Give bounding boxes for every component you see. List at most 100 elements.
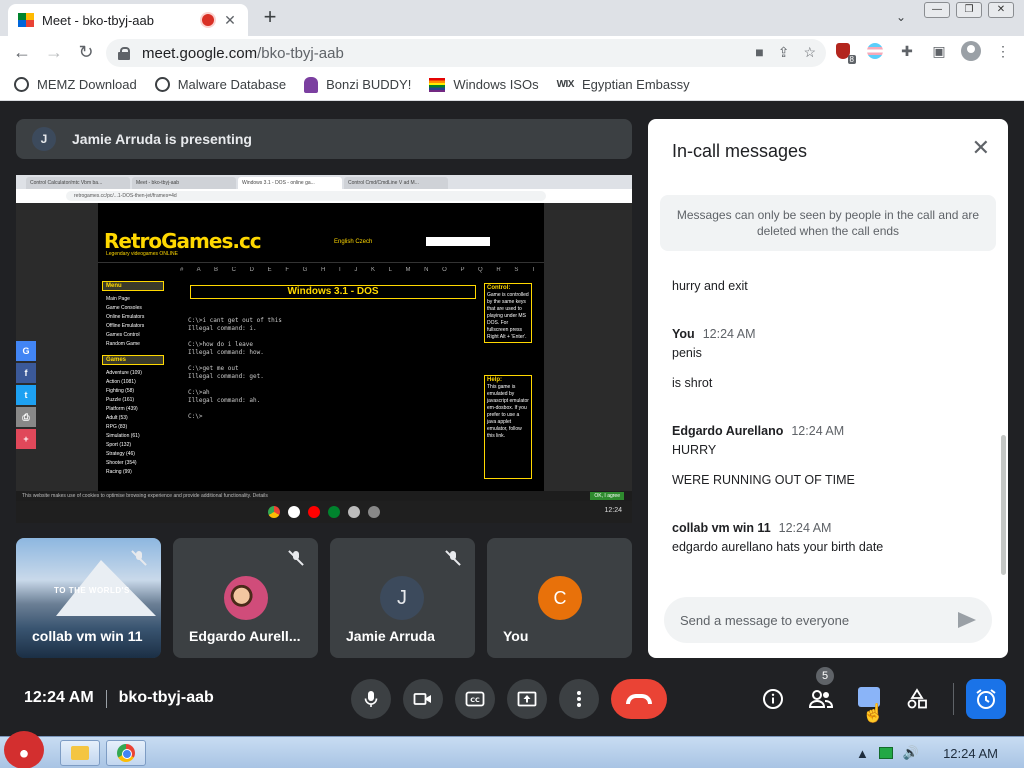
share-twitter-icon: t bbox=[16, 385, 36, 405]
avatar: C bbox=[538, 576, 582, 620]
browser-toolbar: ← → ↻ meet.google.com/bko-tbyj-aab ■ ⇪ ☆… bbox=[0, 36, 1024, 69]
message-list: hurry and exit You 12:24 AM penis is shro… bbox=[672, 269, 992, 589]
browser-tab[interactable]: Meet - bko-tbyj-aab ✕ bbox=[8, 4, 248, 36]
camera-button[interactable] bbox=[403, 679, 443, 719]
message-header: collab vm win 11 12:24 AM bbox=[672, 521, 831, 535]
bookmark-malware-database[interactable]: Malware Database bbox=[154, 77, 286, 92]
extensions-puzzle-icon[interactable]: ✚ bbox=[896, 40, 918, 62]
shared-address-bar: retrogames.cc/pc/...1-DOS-then-jet/frame… bbox=[16, 189, 632, 203]
bookmark-bonzi-buddy[interactable]: Bonzi BUDDY! bbox=[304, 76, 411, 93]
participant-name: collab vm win 11 bbox=[32, 628, 143, 644]
globe-icon bbox=[154, 77, 170, 92]
messages-notice: Messages can only be seen by people in t… bbox=[660, 195, 996, 251]
address-bar[interactable]: meet.google.com/bko-tbyj-aab ■ ⇪ ☆ bbox=[106, 39, 826, 67]
tab-close-icon[interactable]: ✕ bbox=[222, 12, 238, 29]
message-text: edgardo aurellano hats your birth date bbox=[672, 540, 884, 554]
people-count-badge: 5 bbox=[816, 667, 834, 685]
shield-extension-icon[interactable]: 8 bbox=[832, 40, 856, 64]
bookmark-windows-isos[interactable]: Windows ISOs bbox=[429, 77, 539, 92]
meet-area: J Jamie Arruda is presenting Control Cal… bbox=[0, 101, 1024, 736]
menu-kebab-icon[interactable]: ⋮ bbox=[992, 40, 1014, 62]
wix-icon: WIX bbox=[556, 79, 575, 90]
close-window-button[interactable]: ✕ bbox=[988, 2, 1014, 18]
minimize-button[interactable]: — bbox=[924, 2, 950, 18]
video-camera-icon bbox=[413, 693, 431, 705]
gmail-icon bbox=[288, 506, 300, 518]
taskbar-chrome[interactable] bbox=[106, 740, 146, 766]
bookmark-star-icon[interactable]: ☆ bbox=[803, 44, 816, 61]
share-plus-icon: + bbox=[16, 429, 36, 449]
taskbar-clock[interactable]: 12:24 AM bbox=[943, 746, 998, 761]
side-panel-icon[interactable]: ▣ bbox=[928, 40, 950, 62]
microphone-icon bbox=[364, 691, 378, 707]
cookie-accept-button: OK, I agree bbox=[590, 492, 624, 500]
message-text: hurry and exit bbox=[672, 279, 748, 293]
url-host: meet.google.com bbox=[142, 44, 258, 62]
participant-tile-jamie[interactable]: J Jamie Arruda bbox=[330, 538, 475, 658]
shared-screen: Control Calculator/mtc Vbm ba... Meet - … bbox=[16, 175, 632, 523]
alarm-extension-button[interactable] bbox=[966, 679, 1006, 719]
tab-search-icon[interactable]: ⌄ bbox=[896, 10, 906, 24]
tab-title: Meet - bko-tbyj-aab bbox=[42, 12, 154, 28]
shared-os-shelf: 12:24 bbox=[16, 501, 632, 523]
send-icon[interactable] bbox=[958, 612, 976, 628]
rainbow-flag-icon bbox=[429, 77, 446, 92]
cookie-banner: This website makes use of cookies to opt… bbox=[16, 491, 632, 501]
present-screen-button[interactable] bbox=[507, 679, 547, 719]
volume-icon[interactable]: 🔊 bbox=[903, 745, 919, 761]
alarm-clock-icon bbox=[976, 689, 996, 709]
presenter-banner: J Jamie Arruda is presenting bbox=[16, 119, 632, 159]
share-google-icon: G bbox=[16, 341, 36, 361]
bookmark-egyptian-embassy[interactable]: WIX Egyptian Embassy bbox=[557, 77, 690, 92]
meet-favicon-icon bbox=[18, 13, 34, 27]
meeting-details-button[interactable] bbox=[757, 683, 789, 715]
taskbar-explorer[interactable] bbox=[60, 740, 100, 766]
start-button-bird-icon[interactable] bbox=[4, 731, 44, 768]
restore-button[interactable]: ❐ bbox=[956, 2, 982, 18]
presenter-avatar: J bbox=[32, 127, 56, 151]
microphone-button[interactable] bbox=[351, 679, 391, 719]
people-button[interactable] bbox=[805, 683, 837, 715]
svg-text:CC: CC bbox=[470, 696, 480, 704]
activities-button[interactable] bbox=[901, 683, 933, 715]
trans-flag-extension-icon[interactable] bbox=[864, 40, 886, 62]
back-button[interactable]: ← bbox=[6, 42, 38, 63]
share-facebook-icon: f bbox=[16, 363, 36, 383]
message-text: penis bbox=[672, 346, 702, 360]
presenting-text: Jamie Arruda is presenting bbox=[72, 131, 252, 147]
camera-permission-icon[interactable]: ■ bbox=[755, 44, 763, 61]
network-icon[interactable] bbox=[878, 747, 893, 759]
more-vert-icon bbox=[577, 691, 581, 707]
close-panel-icon[interactable]: ✕ bbox=[972, 137, 990, 159]
share-icon[interactable]: ⇪ bbox=[778, 44, 790, 61]
game-title: Windows 3.1 - DOS bbox=[190, 285, 476, 299]
leave-call-button[interactable] bbox=[611, 679, 667, 719]
captions-button[interactable]: CC bbox=[455, 679, 495, 719]
profile-avatar-icon[interactable] bbox=[960, 40, 982, 62]
message-input[interactable] bbox=[680, 612, 958, 628]
tray-expand-icon[interactable]: ▲ bbox=[856, 746, 869, 761]
message-header: Edgardo Aurellano 12:24 AM bbox=[672, 424, 844, 438]
mic-off-icon bbox=[131, 550, 147, 566]
share-print-icon: ⎙ bbox=[16, 407, 36, 427]
message-header: You 12:24 AM bbox=[672, 327, 756, 341]
lock-icon[interactable] bbox=[118, 47, 130, 60]
forward-button[interactable]: → bbox=[38, 42, 70, 63]
bonzi-icon bbox=[304, 76, 319, 93]
new-tab-button[interactable]: + bbox=[258, 6, 282, 30]
youtube-icon bbox=[308, 506, 320, 518]
reload-button[interactable]: ↻ bbox=[70, 42, 102, 63]
windows-taskbar: ▲ 🔊 12:24 AM bbox=[0, 731, 1024, 768]
messages-scrollbar[interactable] bbox=[1001, 435, 1006, 575]
bookmark-memz[interactable]: MEMZ Download bbox=[14, 77, 137, 92]
message-time: 12:24 AM bbox=[702, 327, 756, 341]
participant-tile-collab-vm[interactable]: TO THE WORLD'S collab vm win 11 bbox=[16, 538, 161, 658]
game-panel: Windows 3.1 - DOS C:\>i cant get out of … bbox=[182, 279, 486, 491]
participant-tile-you[interactable]: C You bbox=[487, 538, 632, 658]
participant-name: Jamie Arruda bbox=[346, 628, 435, 644]
more-options-button[interactable] bbox=[559, 679, 599, 719]
participant-tile-edgardo[interactable]: Edgardo Aurell... bbox=[173, 538, 318, 658]
shared-tab: Windows 3.1 - DOS - online ga... bbox=[238, 177, 342, 189]
message-sender: Edgardo Aurellano bbox=[672, 424, 784, 438]
shared-clock: 12:24 bbox=[604, 507, 622, 514]
